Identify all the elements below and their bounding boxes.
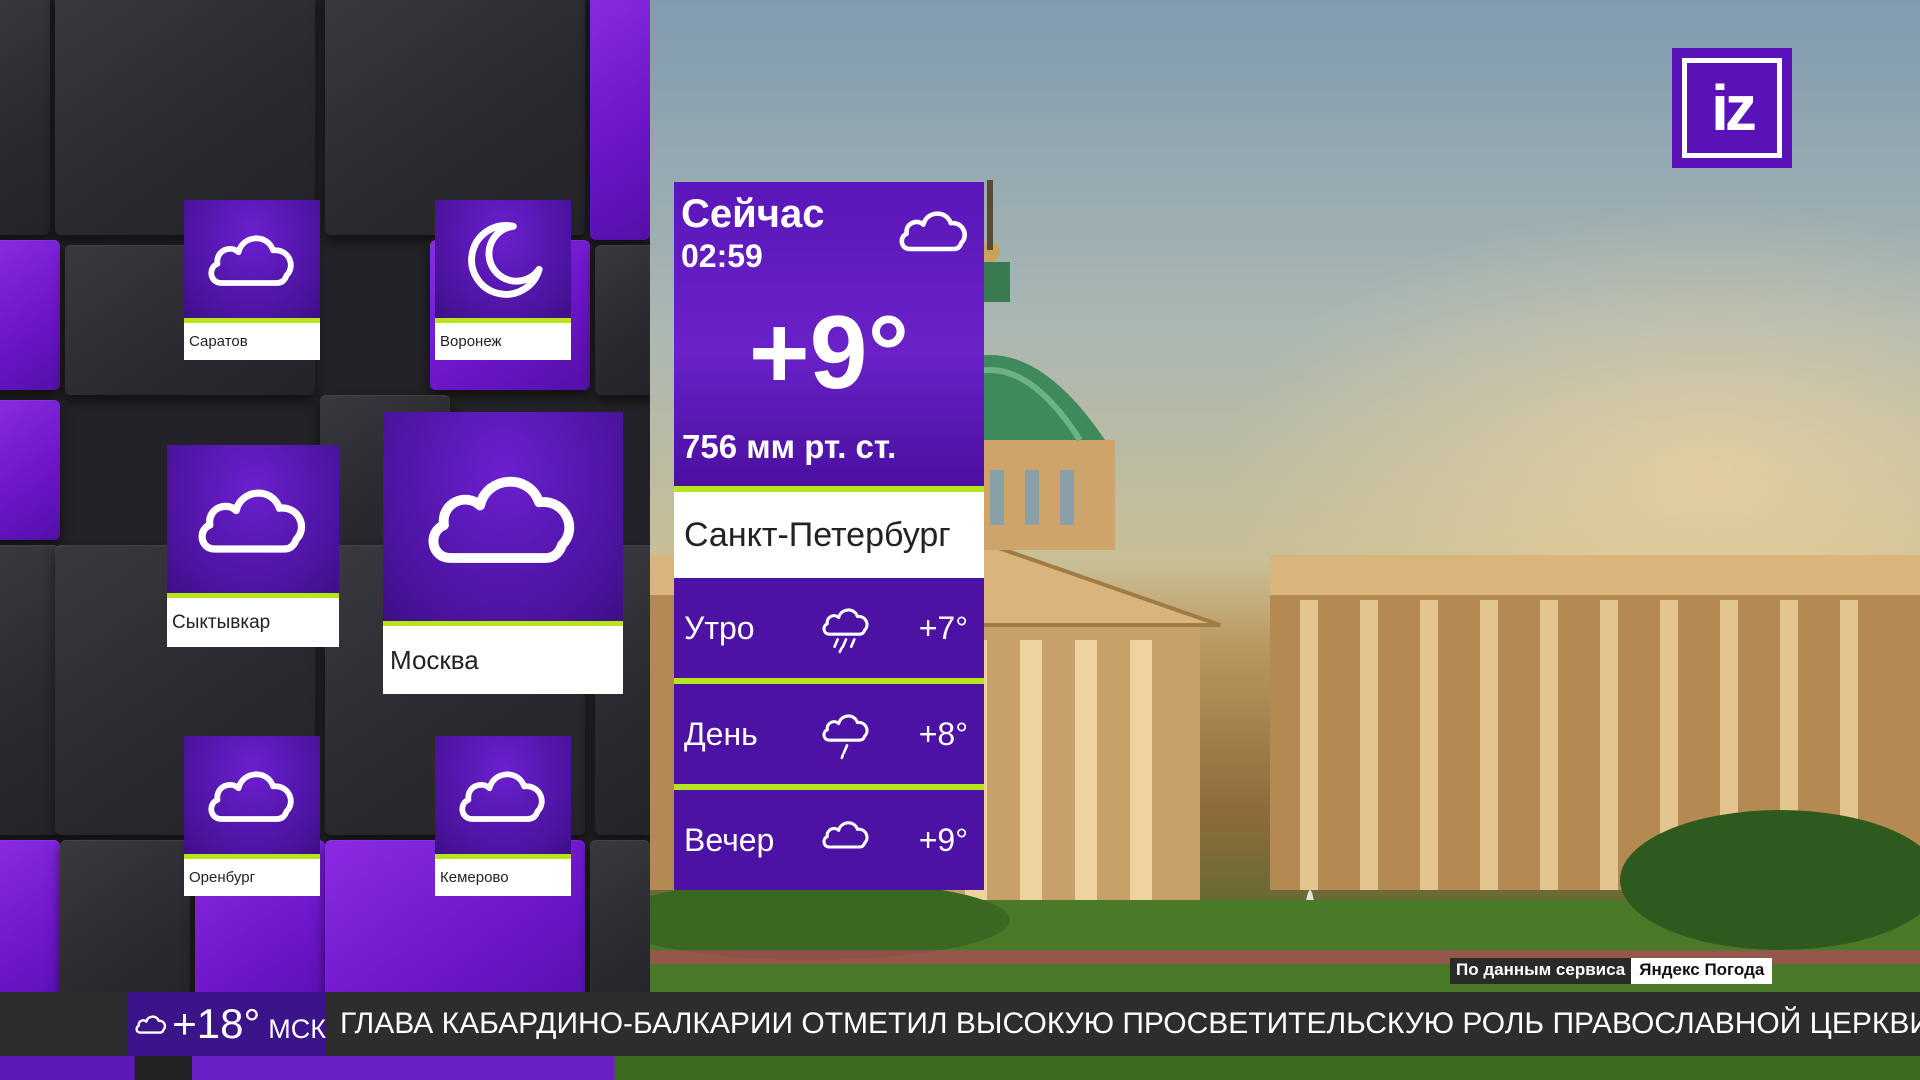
- source-prefix: По данным сервиса: [1450, 958, 1632, 984]
- city-card-icon-area: [435, 200, 571, 318]
- city-card-icon-area: [184, 200, 320, 318]
- ticker-weather: +18° МСК: [128, 992, 326, 1056]
- city-card-name: Сыктывкар: [167, 598, 339, 647]
- moon-icon: [468, 222, 543, 298]
- current-pressure: 756 мм рт. ст.: [682, 428, 897, 465]
- bottom-strip: [0, 1056, 1920, 1080]
- logo-text: iz: [1682, 58, 1782, 158]
- city-card-name: Москва: [383, 626, 623, 694]
- city-card-name: Саратов: [184, 323, 320, 360]
- city-card-name: Воронеж: [435, 323, 571, 360]
- cloud-icon: [428, 476, 575, 563]
- cloud-icon: [135, 1015, 167, 1034]
- mosaic-tile: [595, 245, 650, 395]
- ticker-headline: ГЛАВА КАБАРДИНО-БАЛКАРИИ ОТМЕТИЛ ВЫСОКУЮ…: [340, 1007, 1920, 1040]
- light-rain-cloud-icon: [822, 714, 869, 760]
- izvestia-logo: iz: [1672, 48, 1792, 168]
- city-card-orenburg[interactable]: Оренбург: [184, 736, 320, 896]
- city-card-icon-area: [383, 412, 623, 621]
- news-ticker: +18° МСК ГЛАВА КАБАРДИНО-БАЛКАРИИ ОТМЕТИ…: [0, 992, 1920, 1056]
- forecast-temp: +7°: [918, 610, 968, 646]
- current-weather: Сейчас 02:59 +9° 756 мм рт. ст.: [674, 182, 984, 486]
- data-source-badge: По данным сервиса Яндекс Погода: [1450, 958, 1773, 984]
- city-card-saratov[interactable]: Саратов: [184, 200, 320, 360]
- mosaic-tile: [0, 400, 60, 540]
- city-card-moscow[interactable]: Москва: [383, 412, 623, 694]
- city-card-name: Кемерово: [435, 859, 571, 896]
- mosaic-tile: [0, 240, 60, 390]
- forecast-day: День +8°: [674, 684, 984, 790]
- mosaic-tile: [0, 545, 60, 835]
- cloud-icon: [459, 771, 545, 822]
- cloud-icon: [208, 235, 294, 286]
- city-card-syktyvkar[interactable]: Сыктывкар: [167, 445, 339, 647]
- city-card-voronezh[interactable]: Воронеж: [435, 200, 571, 360]
- forecast-label: День: [684, 716, 758, 752]
- ticker-city-code: МСК: [268, 1013, 326, 1044]
- mosaic-tile: [590, 0, 650, 240]
- source-service: Яндекс Погода: [1631, 958, 1773, 984]
- city-card-icon-area: [167, 445, 339, 593]
- forecast-label: Утро: [684, 610, 755, 646]
- cloud-icon: [899, 211, 967, 252]
- mosaic-tile: [0, 0, 50, 235]
- city-card-icon-area: [435, 736, 571, 854]
- forecast-temp: +9°: [918, 822, 968, 858]
- city-mosaic: Саратов Воронеж Сыктывкар Москва Оренбур…: [0, 0, 650, 1080]
- city-card-kemerovo[interactable]: Кемерово: [435, 736, 571, 896]
- cloud-icon: [198, 489, 305, 553]
- forecast-morning: Утро +7°: [674, 578, 984, 684]
- forecast-label: Вечер: [684, 822, 775, 858]
- cloud-icon: [208, 771, 294, 822]
- ticker-temperature: +18°: [172, 1000, 261, 1047]
- current-city: Санкт-Петербург: [674, 492, 984, 578]
- forecast-temp: +8°: [918, 716, 968, 752]
- forecast-evening: Вечер +9°: [674, 790, 984, 890]
- current-title: Сейчас: [681, 192, 825, 236]
- current-time: 02:59: [681, 238, 763, 274]
- rain-cloud-icon: [822, 608, 869, 654]
- weather-panel: Сейчас 02:59 +9° 756 мм рт. ст. Санкт-Пе…: [674, 182, 984, 890]
- city-card-icon-area: [184, 736, 320, 854]
- city-card-name: Оренбург: [184, 859, 320, 896]
- current-temperature: +9°: [748, 295, 910, 411]
- cloud-icon: [822, 821, 869, 849]
